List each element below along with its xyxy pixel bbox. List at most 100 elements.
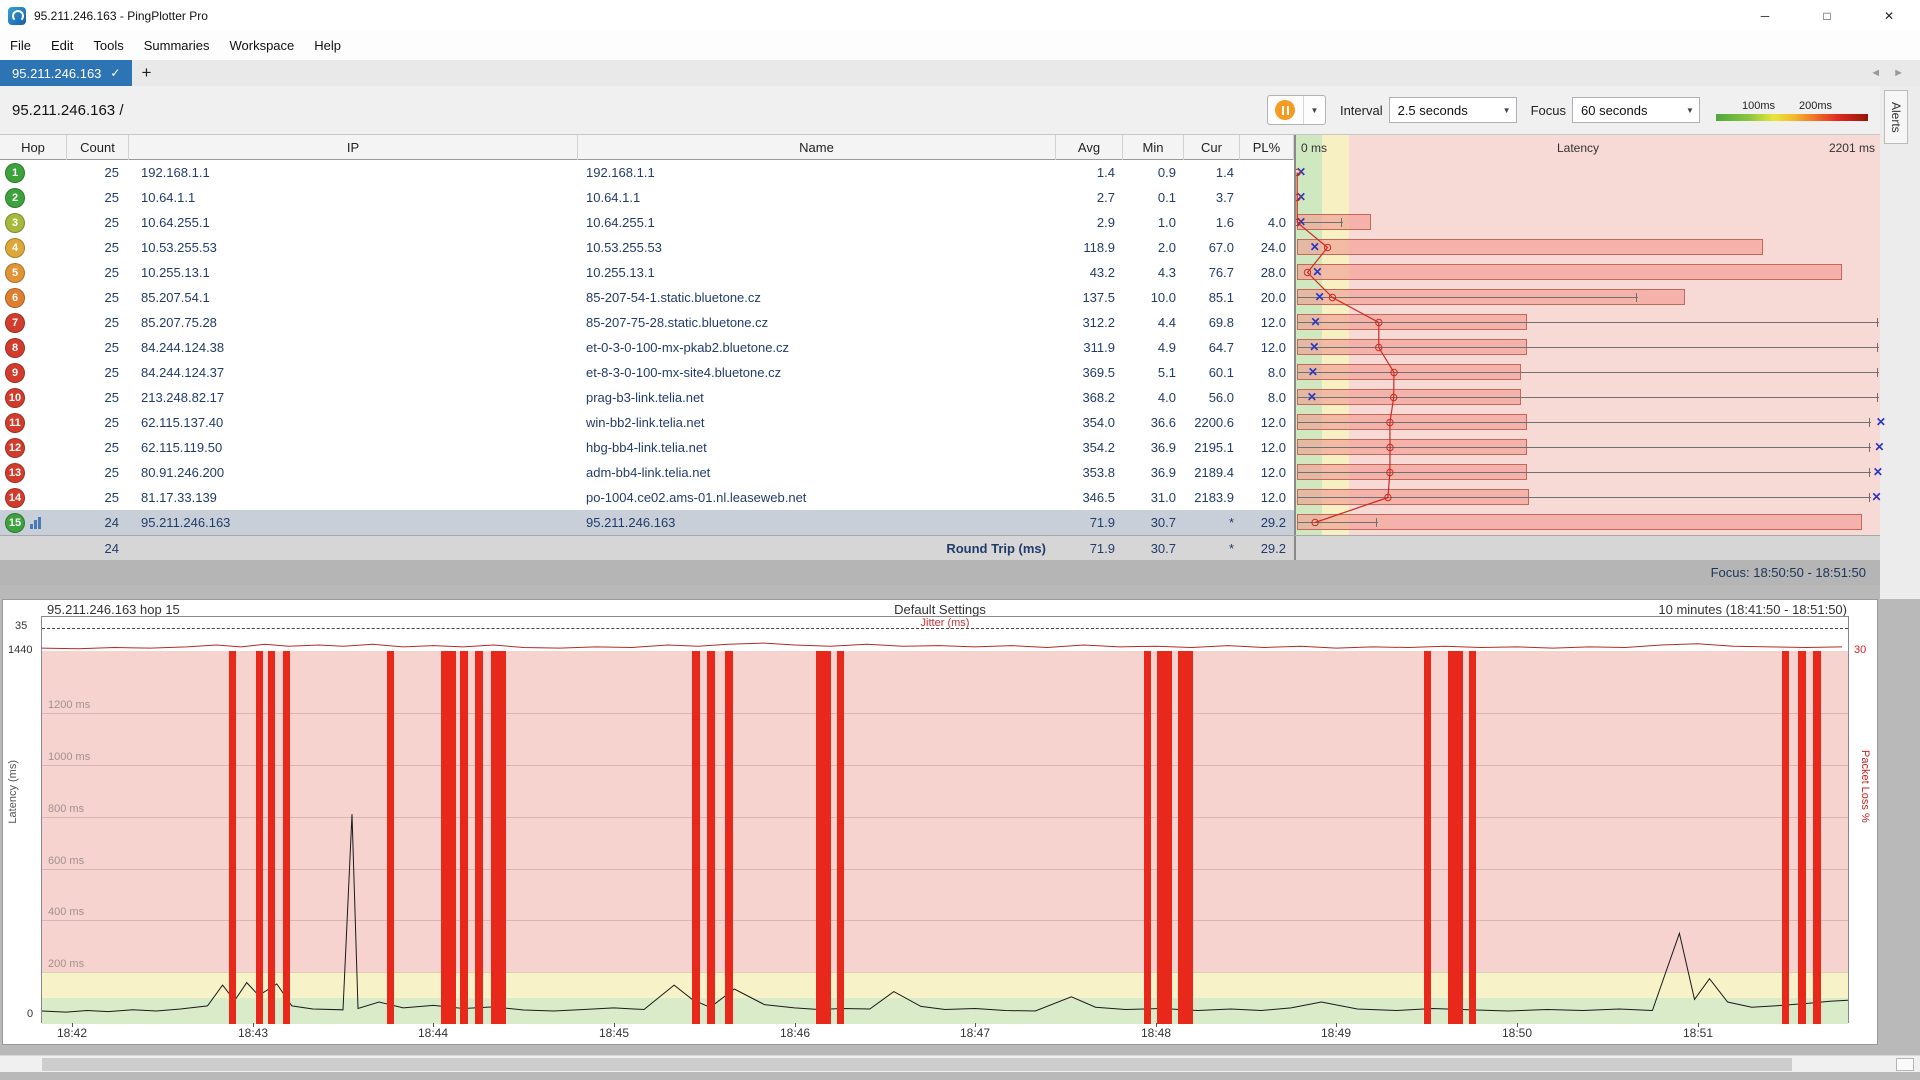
window-title: 95.211.246.163 - PingPlotter Pro xyxy=(34,9,208,23)
name-cell: 85-207-75-28.static.bluetone.cz xyxy=(578,310,1056,335)
col-header-avg[interactable]: Avg xyxy=(1056,135,1123,160)
cur-cell: 3.7 xyxy=(1184,185,1240,210)
tab-scroll-left-icon[interactable]: ◄ xyxy=(1870,67,1881,79)
packet-loss-bar xyxy=(725,651,733,1024)
ip-cell: 10.53.255.53 xyxy=(129,235,578,260)
packet-loss-bar xyxy=(441,651,456,1024)
menu-tools[interactable]: Tools xyxy=(83,31,133,60)
latency-graph-cell: ✕ xyxy=(1294,435,1880,460)
latency-graph-cell: ✕ xyxy=(1294,310,1880,335)
target-address[interactable]: 95.211.246.163 / xyxy=(12,102,124,119)
min-cell: 4.9 xyxy=(1123,335,1184,360)
name-cell: prag-b3-link.telia.net xyxy=(578,385,1056,410)
pl-cell xyxy=(1240,160,1294,185)
pl-cell: 8.0 xyxy=(1240,360,1294,385)
table-row-hop-8[interactable]: 82584.244.124.38et-0-3-0-100-mx-pkab2.bl… xyxy=(0,335,1880,360)
cur-cell: 1.4 xyxy=(1184,160,1240,185)
menu-summaries[interactable]: Summaries xyxy=(134,31,220,60)
col-header-count[interactable]: Count xyxy=(67,135,129,160)
new-tab-button[interactable]: + xyxy=(132,60,160,86)
maximize-button[interactable]: □ xyxy=(1796,0,1858,31)
scrollbar-thumb[interactable] xyxy=(42,1058,1792,1071)
table-row-hop-2[interactable]: 22510.64.1.110.64.1.12.70.13.7✕ xyxy=(0,185,1880,210)
name-cell: 10.64.255.1 xyxy=(578,210,1056,235)
trace-table: Hop Count IP Name Avg Min Cur PL% 0 ms L… xyxy=(0,135,1880,560)
x-tick-label: 18:49 xyxy=(1306,1026,1366,1040)
tabbar: 95.211.246.163 ✓ + ◄ ► xyxy=(0,60,1920,86)
hop-number-badge: 2 xyxy=(5,188,25,208)
latency-graph-cell: ✕ xyxy=(1294,160,1880,185)
table-row-hop-14[interactable]: 142581.17.33.139po-1004.ce02.ams-01.nl.l… xyxy=(0,485,1880,510)
focus-range-bar: Focus: 18:50:50 - 18:51:50 xyxy=(0,560,1880,585)
menubar: FileEditToolsSummariesWorkspaceHelp xyxy=(0,31,1920,60)
legend-200ms: 200ms xyxy=(1799,100,1832,112)
menu-workspace[interactable]: Workspace xyxy=(219,31,304,60)
x-tick-label: 18:42 xyxy=(42,1026,102,1040)
interval-select[interactable]: 2.5 seconds ▼ xyxy=(1389,97,1517,123)
menu-edit[interactable]: Edit xyxy=(41,31,83,60)
packet-loss-bar xyxy=(1798,651,1806,1024)
table-row-hop-10[interactable]: 1025213.248.82.17prag-b3-link.telia.net3… xyxy=(0,385,1880,410)
timeline-settings[interactable]: Default Settings xyxy=(3,602,1877,617)
whisker-cap xyxy=(1869,468,1870,477)
avg-cell: 1.4 xyxy=(1056,160,1123,185)
table-row-hop-15[interactable]: 152495.211.246.16395.211.246.16371.930.7… xyxy=(0,510,1880,535)
focus-select[interactable]: 60 seconds ▼ xyxy=(1572,97,1700,123)
ip-cell: 84.244.124.38 xyxy=(129,335,578,360)
col-header-name[interactable]: Name xyxy=(578,135,1056,160)
hop-number-badge: 10 xyxy=(5,388,25,408)
tab-target[interactable]: 95.211.246.163 ✓ xyxy=(0,60,132,86)
table-row-hop-6[interactable]: 62585.207.54.185-207-54-1.static.blueton… xyxy=(0,285,1880,310)
right-panel-strip: Alerts xyxy=(1880,86,1920,599)
packet-loss-bar xyxy=(283,651,291,1024)
col-header-pl[interactable]: PL% xyxy=(1240,135,1294,160)
menu-file[interactable]: File xyxy=(0,31,41,60)
menu-help[interactable]: Help xyxy=(304,31,351,60)
alerts-tab[interactable]: Alerts xyxy=(1884,90,1908,144)
pause-button[interactable] xyxy=(1268,96,1304,124)
tab-scroll-right-icon[interactable]: ► xyxy=(1893,67,1904,79)
timeline-range[interactable]: 10 minutes (18:41:50 - 18:51:50) xyxy=(1658,602,1847,617)
table-row-hop-1[interactable]: 125192.168.1.1192.168.1.11.40.91.4✕ xyxy=(0,160,1880,185)
latency-graph-cell: ✕ xyxy=(1294,410,1880,435)
summary-cur: * xyxy=(1184,536,1240,561)
close-button[interactable]: ✕ xyxy=(1858,0,1920,31)
table-row-hop-5[interactable]: 52510.255.13.110.255.13.143.24.376.728.0… xyxy=(0,260,1880,285)
checkmark-icon: ✓ xyxy=(110,66,120,80)
col-header-ip[interactable]: IP xyxy=(129,135,578,160)
cur-cell: 2195.1 xyxy=(1184,435,1240,460)
titlebar: 95.211.246.163 - PingPlotter Pro ─ □ ✕ xyxy=(0,0,1920,31)
table-row-hop-9[interactable]: 92584.244.124.37et-8-3-0-100-mx-site4.bl… xyxy=(0,360,1880,385)
table-row-hop-7[interactable]: 72585.207.75.2885-207-75-28.static.bluet… xyxy=(0,310,1880,335)
avg-cell: 369.5 xyxy=(1056,360,1123,385)
name-cell: 85-207-54-1.static.bluetone.cz xyxy=(578,285,1056,310)
table-row-hop-12[interactable]: 122562.115.119.50hbg-bb4-link.telia.net3… xyxy=(0,435,1880,460)
timeline-graph[interactable]: 1200 ms1000 ms800 ms600 ms400 ms200 ms xyxy=(42,651,1848,1024)
scrollbar-corner xyxy=(1896,1058,1914,1071)
count-cell: 25 xyxy=(67,485,129,510)
cur-cell: 67.0 xyxy=(1184,235,1240,260)
table-row-hop-3[interactable]: 32510.64.255.110.64.255.12.91.01.64.0✕ xyxy=(0,210,1880,235)
col-header-cur[interactable]: Cur xyxy=(1184,135,1240,160)
minimize-button[interactable]: ─ xyxy=(1734,0,1796,31)
latency-range-bar xyxy=(1297,264,1842,280)
table-row-hop-13[interactable]: 132580.91.246.200adm-bb4-link.telia.net3… xyxy=(0,460,1880,485)
round-trip-label: Round Trip (ms) xyxy=(578,536,1056,561)
pause-dropdown[interactable]: ▼ xyxy=(1304,96,1325,124)
avg-cell: 2.7 xyxy=(1056,185,1123,210)
min-cell: 1.0 xyxy=(1123,210,1184,235)
ip-cell: 10.64.255.1 xyxy=(129,210,578,235)
count-cell: 25 xyxy=(67,260,129,285)
latency-line xyxy=(42,651,1848,1024)
avg-cell: 354.2 xyxy=(1056,435,1123,460)
col-header-min[interactable]: Min xyxy=(1123,135,1184,160)
packet-loss-bar xyxy=(692,651,700,1024)
chevron-down-icon: ▼ xyxy=(1681,106,1699,115)
table-row-hop-11[interactable]: 112562.115.137.40win-bb2-link.telia.net3… xyxy=(0,410,1880,435)
count-cell: 25 xyxy=(67,185,129,210)
latency-whisker xyxy=(1298,447,1871,448)
col-header-hop[interactable]: Hop xyxy=(0,135,67,160)
col-header-latency[interactable]: 0 ms Latency 2201 ms xyxy=(1294,135,1880,160)
horizontal-scrollbar[interactable] xyxy=(0,1055,1920,1072)
table-row-hop-4[interactable]: 42510.53.255.5310.53.255.53118.92.067.02… xyxy=(0,235,1880,260)
